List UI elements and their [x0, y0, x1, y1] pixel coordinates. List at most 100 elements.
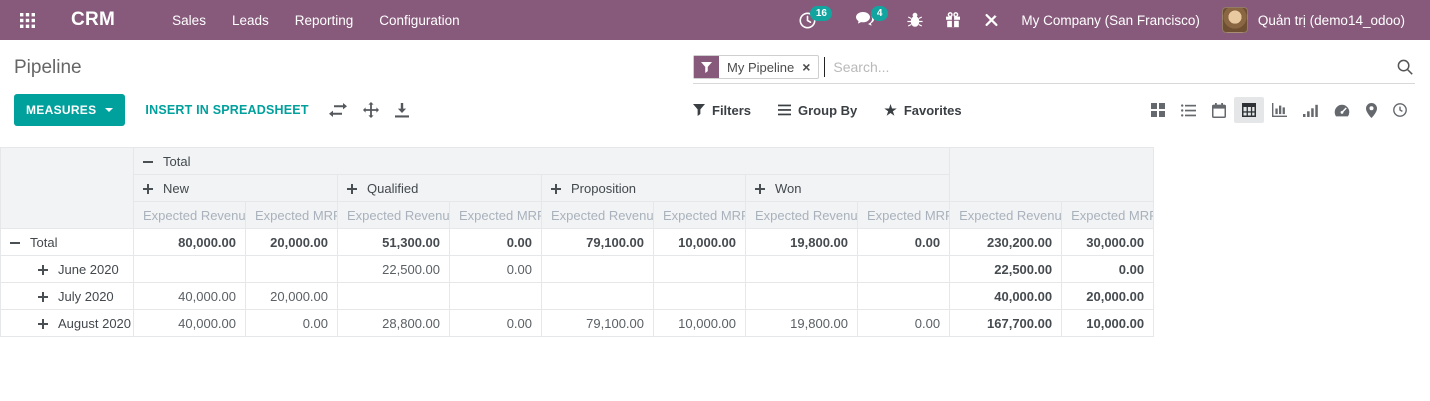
pivot-cell — [654, 256, 746, 283]
user-avatar[interactable] — [1222, 7, 1248, 33]
measure-header-expected-revenue[interactable]: Expected Revenue — [338, 202, 450, 229]
dashboard-view-icon — [1334, 104, 1350, 117]
expand-all-button[interactable] — [363, 102, 379, 118]
chevron-down-icon — [105, 108, 113, 116]
pivot-cell: 40,000.00 — [134, 310, 246, 337]
calendar-view-icon — [1212, 103, 1226, 118]
apps-menu-button[interactable] — [14, 13, 41, 28]
map-view-icon — [1366, 103, 1377, 118]
expand-icon — [38, 292, 48, 302]
star-icon: ★ — [884, 103, 897, 117]
menu-configuration[interactable]: Configuration — [366, 0, 472, 40]
measures-button-label: MEASURES — [26, 103, 96, 117]
measures-button[interactable]: MEASURES — [14, 94, 125, 126]
pivot-col-header-new[interactable]: New — [134, 175, 338, 202]
pivot-cell — [746, 256, 858, 283]
activity-menu[interactable]: 16 — [788, 0, 827, 40]
pivot-cell — [858, 283, 950, 310]
expand-all-icon — [363, 102, 379, 118]
pivot-cell: 20,000.00 — [1062, 283, 1154, 310]
pivot-row-header-july-2020[interactable]: July 2020 — [1, 283, 134, 310]
pivot-row-header-total[interactable]: Total — [1, 229, 134, 256]
pivot-cell: 0.00 — [246, 310, 338, 337]
download-button[interactable] — [395, 103, 409, 118]
page-title: Pipeline — [14, 42, 693, 83]
pivot-cell: 10,000.00 — [1062, 310, 1154, 337]
list-view-button[interactable] — [1173, 98, 1204, 123]
pivot-cell: 19,800.00 — [746, 310, 858, 337]
collapse-icon — [10, 238, 20, 248]
dashboard-view-button[interactable] — [1326, 98, 1358, 123]
flip-axis-button[interactable] — [329, 103, 347, 117]
activity-badge: 16 — [810, 6, 832, 21]
pivot-cell: 0.00 — [858, 229, 950, 256]
menu-sales[interactable]: Sales — [159, 0, 219, 40]
app-title[interactable]: CRM — [71, 9, 115, 31]
pivot-col-header-won[interactable]: Won — [746, 175, 950, 202]
pivot-row-header-august-2020[interactable]: August 2020 — [1, 310, 134, 337]
insert-in-spreadsheet-button[interactable]: INSERT IN SPREADSHEET — [145, 103, 308, 117]
map-view-button[interactable] — [1358, 97, 1385, 124]
favorites-menu-button[interactable]: ★ Favorites — [884, 103, 961, 118]
filters-menu-button[interactable]: Filters — [693, 103, 751, 118]
measure-header-expected-mrr[interactable]: Expected MRR — [858, 202, 950, 229]
pivot-toolbar: MEASURES INSERT IN SPREADSHEET — [14, 84, 693, 140]
pivot-view: TotalNewQualifiedPropositionWonExpected … — [0, 147, 1430, 337]
messages-menu[interactable]: 4 — [845, 0, 886, 40]
pivot-cell: 20,000.00 — [246, 229, 338, 256]
messages-badge: 4 — [871, 6, 888, 21]
systray: 16 4 My Company (San Francisco) Quản trị… — [788, 0, 1415, 40]
pivot-cell: 0.00 — [858, 310, 950, 337]
pivot-view-button[interactable] — [1234, 97, 1264, 123]
kanban-view-button[interactable] — [1143, 97, 1173, 123]
facet-remove-button[interactable]: × — [802, 60, 810, 74]
debug-menu[interactable] — [896, 0, 934, 40]
flip-axis-icon — [329, 103, 347, 117]
pivot-col-header-total[interactable]: Total — [134, 148, 950, 175]
filter-icon — [693, 104, 705, 116]
pivot-cell — [542, 283, 654, 310]
search-input[interactable] — [825, 59, 1397, 75]
activity-view-button[interactable] — [1385, 97, 1415, 123]
measure-header-expected-mrr[interactable]: Expected MRR — [450, 202, 542, 229]
gift-menu[interactable] — [934, 0, 972, 40]
measure-header-expected-mrr[interactable]: Expected MRR — [1062, 202, 1154, 229]
pivot-corner-cell — [1, 148, 134, 229]
expand-icon — [143, 184, 153, 194]
pivot-cell — [746, 283, 858, 310]
pivot-col-header-proposition[interactable]: Proposition — [542, 175, 746, 202]
control-panel: Pipeline My Pipeline × MEASURES INSERT I… — [0, 40, 1430, 140]
pivot-cell: 40,000.00 — [950, 283, 1062, 310]
facet-label: My Pipeline — [727, 60, 794, 75]
pivot-row-header-june-2020[interactable]: June 2020 — [1, 256, 134, 283]
graph-view-button[interactable] — [1264, 97, 1295, 123]
download-icon — [395, 103, 409, 118]
search-icon[interactable] — [1397, 59, 1413, 75]
expand-icon — [38, 265, 48, 275]
cohort-view-button[interactable] — [1295, 98, 1326, 123]
measure-header-expected-revenue[interactable]: Expected Revenue — [746, 202, 858, 229]
pivot-cell: 22,500.00 — [338, 256, 450, 283]
pivot-cell: 30,000.00 — [1062, 229, 1154, 256]
pivot-col-header-qualified[interactable]: Qualified — [338, 175, 542, 202]
pivot-cell — [858, 256, 950, 283]
measure-header-expected-revenue[interactable]: Expected Revenue — [134, 202, 246, 229]
company-switcher[interactable]: My Company (San Francisco) — [1011, 13, 1210, 28]
tools-menu[interactable] — [972, 0, 1011, 40]
search-facet: My Pipeline × — [693, 55, 819, 79]
calendar-view-button[interactable] — [1204, 97, 1234, 124]
measure-header-expected-revenue[interactable]: Expected Revenue — [950, 202, 1062, 229]
measure-header-expected-mrr[interactable]: Expected MRR — [246, 202, 338, 229]
cohort-view-icon — [1303, 104, 1318, 117]
group-by-menu-button[interactable]: Group By — [778, 103, 857, 118]
menu-reporting[interactable]: Reporting — [282, 0, 367, 40]
measure-header-expected-mrr[interactable]: Expected MRR — [654, 202, 746, 229]
measure-header-expected-revenue[interactable]: Expected Revenue — [542, 202, 654, 229]
activity-view-icon — [1393, 103, 1407, 117]
user-menu[interactable]: Quản trị (demo14_odoo) — [1248, 13, 1415, 28]
bug-icon — [907, 12, 923, 28]
facet-filter-icon — [694, 56, 719, 78]
menu-leads[interactable]: Leads — [219, 0, 282, 40]
pivot-cell: 10,000.00 — [654, 310, 746, 337]
search-bar: My Pipeline × — [693, 51, 1415, 84]
